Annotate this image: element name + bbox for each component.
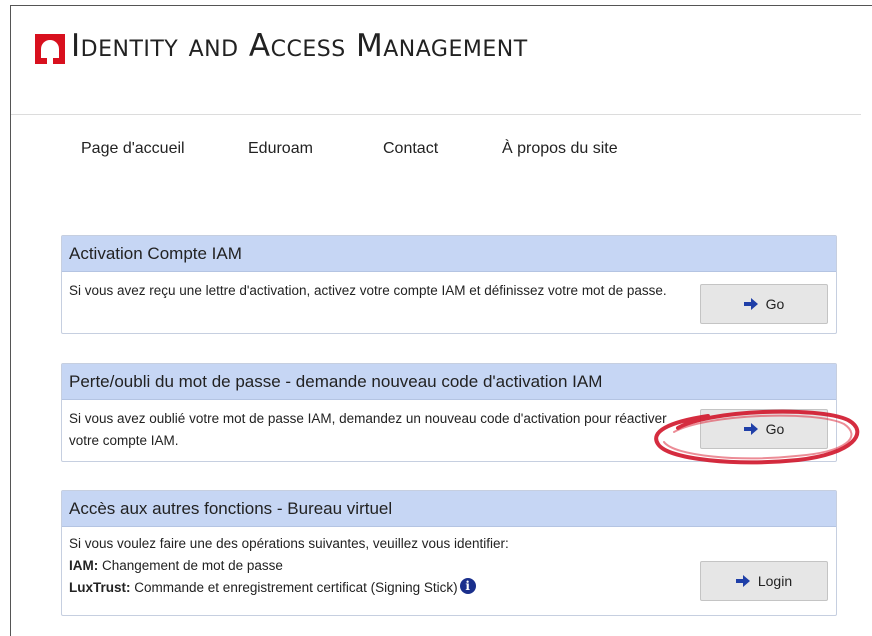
panel-intro: Si vous voulez faire une des opérations … [69,536,509,551]
panel-title: Perte/oubli du mot de passe - demande no… [62,364,836,400]
luxtrust-label: LuxTrust: [69,580,131,595]
iam-label: IAM: [69,558,99,573]
university-logo[interactable] [35,34,65,64]
activation-go-button[interactable]: Go [700,284,828,324]
panel-description: Si vous avez reçu une lettre d'activatio… [69,283,667,298]
site-title: Identity and Access Management [71,28,528,64]
panel-title: Accès aux autres fonctions - Bureau virt… [62,491,836,527]
iam-text: Changement de mot de passe [98,558,283,573]
panel-activation: Activation Compte IAM Si vous avez reçu … [61,235,837,334]
nav-item-home[interactable]: Page d'accueil [81,140,185,158]
panel-password-reset: Perte/oubli du mot de passe - demande no… [61,363,837,462]
panel-title: Activation Compte IAM [62,236,836,272]
login-button[interactable]: Login [700,561,828,601]
arrow-right-icon [743,423,758,435]
page-frame: Identity and Access Management Page d'ac… [10,5,872,636]
button-label: Go [765,296,785,312]
site-header: Identity and Access Management [11,6,861,115]
panel-other-functions: Accès aux autres fonctions - Bureau virt… [61,490,837,616]
nav-item-about[interactable]: À propos du site [502,140,618,158]
main-nav: Page d'accueil Eduroam Contact À propos … [11,140,861,170]
luxtrust-text: Commande et enregistrement certificat (S… [130,580,458,595]
button-label: Go [765,421,785,437]
nav-item-contact[interactable]: Contact [383,140,438,158]
info-icon[interactable]: i [459,578,476,594]
panel-description: Si vous avez oublié votre mot de passe I… [69,411,667,448]
nav-item-eduroam[interactable]: Eduroam [248,140,313,158]
button-label: Login [757,573,793,589]
arrow-right-icon [735,575,750,587]
password-reset-go-button[interactable]: Go [700,409,828,449]
arrow-right-icon [743,298,758,310]
